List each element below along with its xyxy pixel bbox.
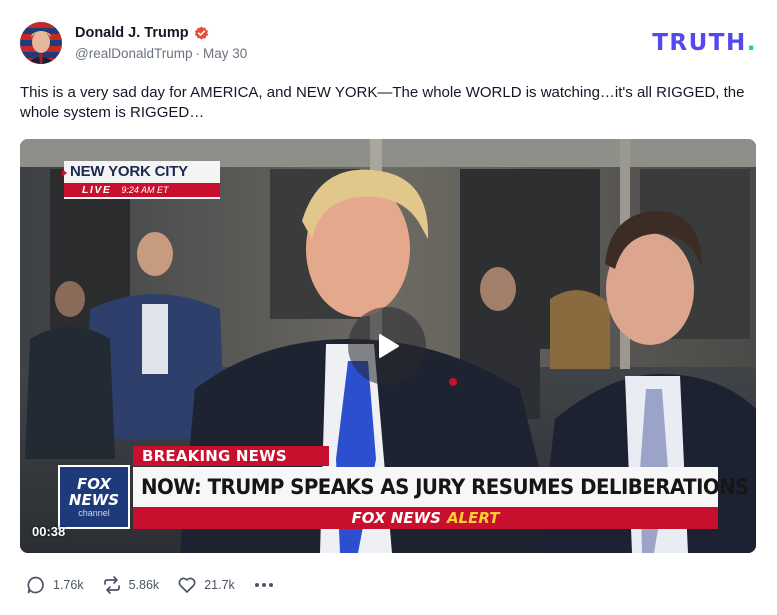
play-button[interactable] [348, 307, 426, 385]
truth-post: Donald J. Trump @realDonaldTrump · May 30 … [0, 0, 777, 615]
author-meta: Donald J. Trump @realDonaldTrump · May 30 [75, 25, 247, 61]
verified-badge-icon [194, 25, 209, 41]
truth-logo[interactable]: TRUTH. [652, 30, 757, 56]
location-label: NEW YORK CITY [70, 163, 188, 180]
truth-logo-dot: . [746, 30, 757, 56]
network-logo-line2: NEWS [68, 491, 120, 509]
breaking-news-label: BREAKING NEWS [142, 447, 287, 465]
network-logo: FOX NEWS channel [58, 465, 130, 529]
breaking-news-tag: BREAKING NEWS [133, 446, 329, 466]
avatar[interactable] [20, 22, 62, 64]
network-logo-line1: FOX [76, 475, 112, 493]
live-bar: LIVE 9:24 AM ET [64, 183, 220, 197]
location-marker-icon [62, 169, 67, 177]
retruth-icon [103, 576, 120, 594]
live-time: 9:24 AM ET [121, 185, 169, 195]
alert-label: ALERT [446, 509, 500, 527]
alert-brand: FOX NEWS [351, 509, 441, 527]
comment-icon [27, 576, 44, 594]
author-subline: @realDonaldTrump · May 30 [75, 46, 247, 61]
post-header: Donald J. Trump @realDonaldTrump · May 30 [20, 20, 760, 66]
video-duration: 00:38 [32, 524, 66, 539]
author-handle[interactable]: @realDonaldTrump [75, 46, 193, 61]
truth-logo-text: TRUTH [652, 30, 747, 56]
retruth-button[interactable]: 5.86k [102, 575, 160, 595]
reply-count: 1.76k [53, 578, 84, 592]
more-dot [261, 583, 266, 587]
like-count: 21.7k [204, 578, 235, 592]
heart-icon [178, 577, 196, 593]
network-logo-line3: channel [78, 508, 110, 518]
more-icon[interactable] [254, 583, 273, 587]
headline-text: NOW: TRUMP SPEAKS AS JURY RESUMES DELIBE… [141, 474, 749, 500]
play-icon [379, 334, 399, 358]
video-player[interactable]: NEW YORK CITY LIVE 9:24 AM ET BREAKING N… [20, 139, 756, 553]
more-dot [254, 583, 259, 587]
author-name[interactable]: Donald J. Trump [75, 25, 189, 41]
chyron-headline: NOW: TRUMP SPEAKS AS JURY RESUMES DELIBE… [133, 467, 749, 507]
meta-separator: · [195, 46, 201, 61]
alert-bar: FOX NEWS ALERT [133, 507, 718, 529]
reply-button[interactable]: 1.76k [26, 575, 84, 595]
retruth-count: 5.86k [128, 578, 160, 592]
live-label: LIVE [82, 184, 112, 196]
post-date[interactable]: May 30 [203, 46, 247, 61]
post-text: This is a very sad day for AMERICA, and … [20, 84, 745, 121]
author-name-row: Donald J. Trump [75, 25, 247, 41]
action-bar: 1.76k 5.86k 21.7k [26, 574, 273, 596]
more-dot [268, 583, 273, 587]
like-button[interactable]: 21.7k [177, 575, 235, 595]
